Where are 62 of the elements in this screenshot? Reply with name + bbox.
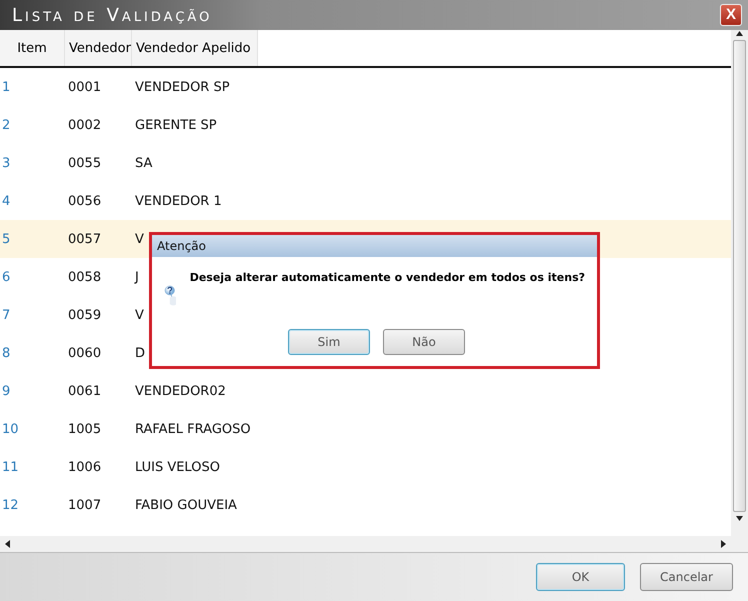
table-cell-text: LUIS VELOSO [134,460,220,474]
table-row[interactable]: 2 0002 GERENTE SP [0,106,731,144]
scroll-right-icon[interactable] [720,540,727,548]
table-cell-text: 8 [1,346,12,360]
table-cell-text: 0002 [67,118,102,132]
dialog-title: Atenção [157,239,206,253]
scroll-down-icon[interactable] [736,514,743,522]
table-cell-text: GERENTE SP [134,118,217,132]
table-cell-text: SA [134,156,152,170]
table-cell-text: 11 [1,460,20,474]
table-cell-text: 1 [1,80,12,94]
scroll-up-icon[interactable] [736,30,743,38]
table-cell-text: D [134,346,146,360]
no-button[interactable]: Não [383,329,465,355]
table-cell-text: 1006 [67,460,102,474]
close-button[interactable]: X [720,4,742,26]
column-header[interactable]: Vendedor Apelido [132,30,258,66]
window-title: Lista de Validação [12,4,212,26]
table-cell-text: 2 [1,118,12,132]
table-cell-text: V [134,308,144,322]
yes-button[interactable]: Sim [288,329,370,355]
ok-button[interactable]: OK [536,563,625,591]
table-row[interactable]: 4 0056 VENDEDOR 1 [0,182,731,220]
table-cell-text: 9 [1,384,12,398]
table-row[interactable]: 1 0001 VENDEDOR SP [0,68,731,106]
table-cell-text: 6 [1,270,12,284]
table-cell-text: 1005 [67,422,102,436]
table-cell-text: 0061 [67,384,102,398]
table-cell-text: 0056 [67,194,102,208]
table-cell-text: 5 [1,232,12,246]
table-cell-text: 12 [1,498,20,512]
table-cell-text: 0055 [67,156,102,170]
table-cell-text: FABIO GOUVEIA [134,498,237,512]
column-header[interactable]: Item [0,30,65,66]
table-row[interactable]: 3 0055 SA [0,144,731,182]
table-cell-text: 10 [1,422,20,436]
table-cell-text: VENDEDOR02 [134,384,226,398]
table-row[interactable]: 10 1005 RAFAEL FRAGOSO [0,410,731,448]
table-cell-text: 0057 [67,232,102,246]
dialog-message: Deseja alterar automaticamente o vendedor em todos os itens? [190,271,585,284]
scroll-thumb[interactable] [733,40,746,512]
table-cell-text: 4 [1,194,12,208]
table-cell-text: 0001 [67,80,102,94]
table-row[interactable]: 11 1006 LUIS VELOSO [0,448,731,486]
table-cell-text: 0058 [67,270,102,284]
table-cell-text: 3 [1,156,12,170]
table-cell-text: 0059 [67,308,102,322]
table-cell-text: VENDEDOR 1 [134,194,222,208]
cancel-button[interactable]: Cancelar [640,563,733,591]
column-header[interactable]: Vendedor [65,30,132,66]
table-cell-text: J [133,270,139,284]
table-cell-text: 7 [1,308,12,322]
table-cell-text: 1007 [67,498,102,512]
table-cell-text: V [134,232,144,246]
table-cell-text: 0060 [67,346,102,360]
table-cell-text: RAFAEL FRAGOSO [134,422,251,436]
table-row[interactable]: 12 1007 FABIO GOUVEIA [0,486,731,524]
table-row[interactable]: 9 0061 VENDEDOR02 [0,372,731,410]
horizontal-scrollbar[interactable] [0,536,731,552]
vertical-scrollbar[interactable] [731,30,748,552]
scroll-left-icon[interactable] [4,540,11,548]
table-cell-text: VENDEDOR SP [134,80,230,94]
